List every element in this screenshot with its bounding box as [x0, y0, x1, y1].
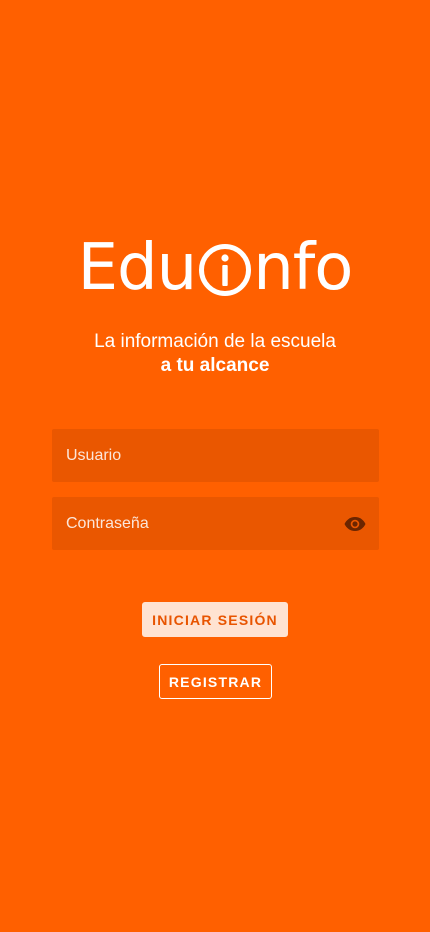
info-circle-icon: [199, 244, 252, 296]
username-input[interactable]: [52, 429, 379, 482]
login-screen: Edu nfo La información de la escuela a t…: [0, 0, 430, 932]
tagline-line-2: a tu alcance: [160, 355, 270, 376]
password-input[interactable]: [52, 497, 379, 550]
tagline-line-1: La información de la escuela: [94, 331, 336, 352]
register-button[interactable]: REGISTRAR: [159, 664, 272, 699]
app-logo: Edu nfo: [0, 232, 430, 304]
tagline: La información de la escuela a tu alcanc…: [0, 330, 430, 378]
eye-icon[interactable]: [343, 512, 367, 536]
logo-text-edu: Edu: [77, 231, 198, 305]
username-field: [52, 429, 379, 482]
login-button[interactable]: INICIAR SESIÓN: [142, 602, 288, 637]
password-field: [52, 497, 379, 550]
logo-text-nfo: nfo: [253, 231, 353, 305]
